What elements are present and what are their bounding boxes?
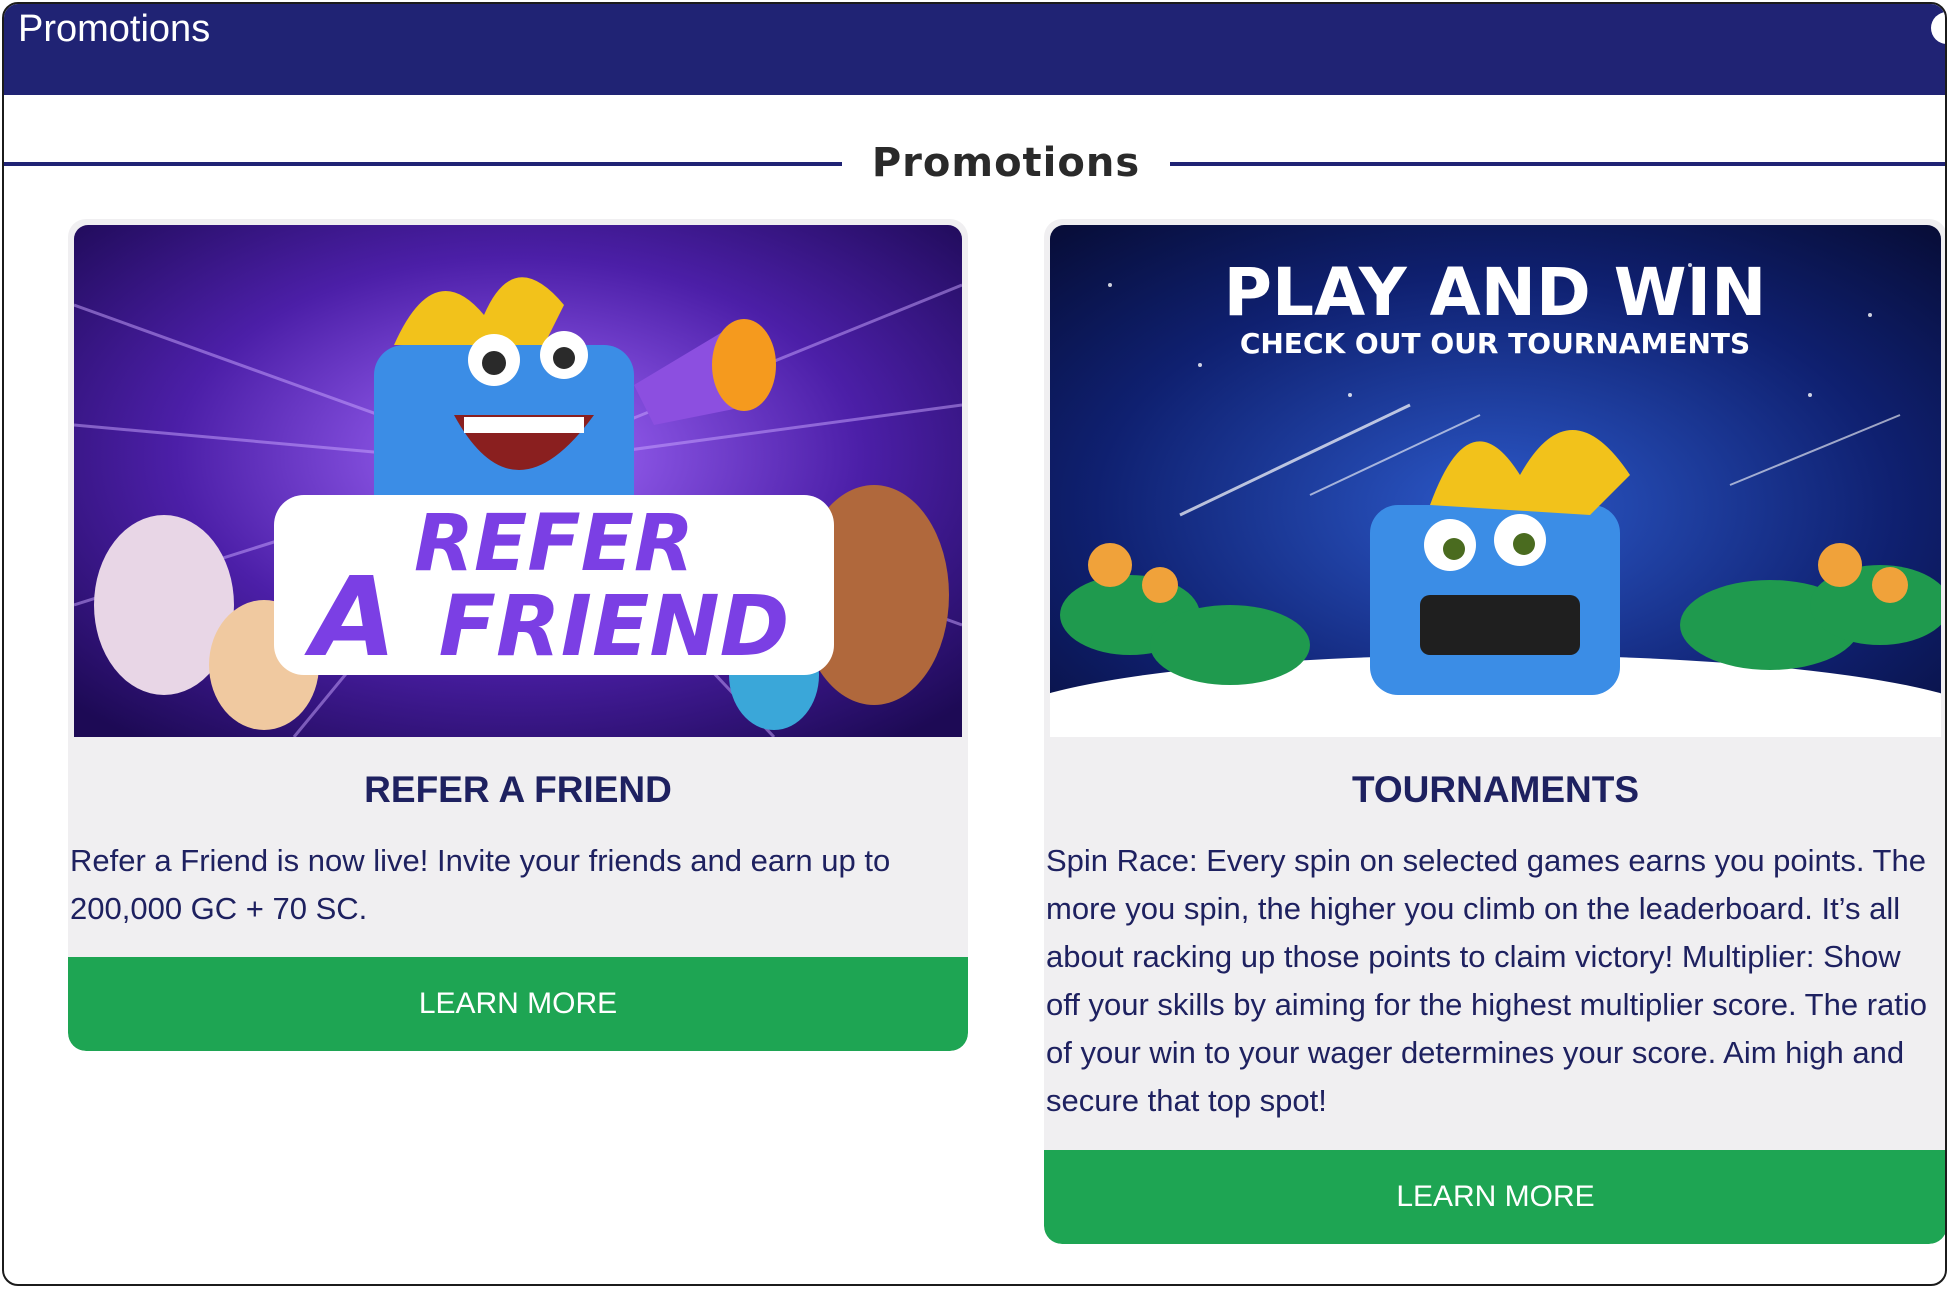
tournaments-banner: PLAY AND WIN CHECK OUT OUR TOURNAMENTS — [1050, 225, 1941, 737]
banner-subline: CHECK OUT OUR TOURNAMENTS — [1240, 327, 1750, 360]
learn-more-button[interactable]: LEARN MORE — [68, 957, 968, 1051]
tournaments-illustration: PLAY AND WIN CHECK OUT OUR TOURNAMENTS — [1050, 225, 1941, 737]
banner-friend-text: FRIEND — [439, 577, 790, 675]
refer-a-friend-illustration: REFER A FRIEND — [74, 225, 962, 737]
card-title: REFER A FRIEND — [364, 769, 672, 810]
card-title: TOURNAMENTS — [1351, 769, 1640, 810]
app-window: Promotions Promotions REFER A FRIEND REF… — [2, 2, 1947, 1286]
divider-left — [4, 162, 842, 166]
banner-a-text: A — [303, 553, 396, 681]
banner-headline: PLAY AND WIN — [1224, 254, 1767, 331]
window-header: Promotions — [4, 4, 1945, 95]
window-title: Promotions — [18, 8, 211, 50]
refer-a-friend-banner: REFER A FRIEND — [74, 225, 962, 737]
banner-refer-text: REFER — [414, 499, 694, 589]
promo-card-refer-a-friend: REFER A FRIEND REFER A FRIEND Refer a Fr… — [68, 219, 968, 1051]
divider-right — [1170, 162, 1945, 166]
card-description: Spin Race: Every spin on selected games … — [1046, 843, 1928, 1118]
promo-card-tournaments: PLAY AND WIN CHECK OUT OUR TOURNAMENTS T… — [1044, 219, 1945, 1244]
card-description: Refer a Friend is now live! Invite your … — [70, 843, 891, 926]
learn-more-button[interactable]: LEARN MORE — [1044, 1150, 1945, 1244]
page-title: Promotions — [871, 140, 1141, 186]
close-icon[interactable] — [1931, 12, 1945, 44]
section-heading: Promotions — [4, 140, 1945, 190]
